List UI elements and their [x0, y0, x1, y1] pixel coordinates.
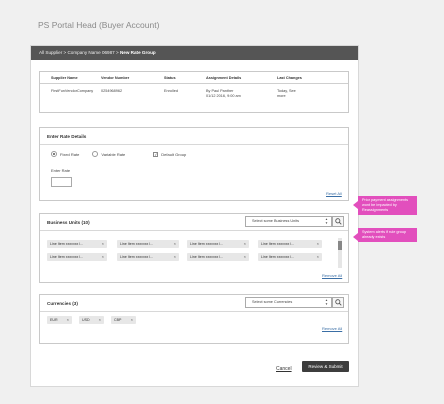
business-units-card: Business Units (10) Select some Business…: [39, 213, 349, 283]
business-unit-chip: Line Item xxxxxxx l... ×: [47, 253, 107, 261]
business-unit-chip: Line Item xxxxxxx l... ×: [258, 240, 322, 248]
column-supplier-name: Supplier Name: [51, 75, 78, 80]
scrollbar-thumb[interactable]: [338, 241, 342, 250]
chip-label: Line Item xxxxxxx l...: [261, 255, 295, 259]
rate-details-title: Enter Rate Details: [40, 128, 348, 145]
business-unit-chip: Line Item xxxxxxx l... ×: [258, 253, 322, 261]
currency-chip: EUR ×: [47, 316, 72, 324]
last-changes-date: Today,: [277, 89, 288, 93]
fixed-rate-option[interactable]: Fixed Rate: [51, 151, 79, 157]
business-unit-chip: Line Item xxxxxxx l... ×: [187, 240, 249, 248]
rate-details-card: Enter Rate Details Fixed Rate Variable R…: [39, 127, 349, 201]
variable-rate-radio[interactable]: [92, 151, 99, 157]
reset-all-link[interactable]: Reset All: [326, 191, 342, 196]
chip-label: Line Item xxxxxxx l...: [120, 255, 154, 259]
assignment-by: By Paul Panther: [206, 89, 234, 93]
remove-all-currencies-link[interactable]: Remove All: [322, 326, 342, 331]
close-icon[interactable]: ×: [131, 316, 133, 324]
enter-rate-label: Enter Rate: [51, 168, 71, 173]
currency-chip: USD ×: [79, 316, 104, 324]
see-text: See: [288, 89, 296, 93]
vendor-number: 0254968962: [101, 89, 123, 93]
business-unit-chip: Line Item xxxxxxx l... ×: [117, 240, 179, 248]
close-icon[interactable]: ×: [174, 240, 176, 248]
variable-rate-option[interactable]: Variable Rate: [92, 151, 125, 157]
cancel-button[interactable]: Cancel: [276, 366, 292, 372]
currencies-select[interactable]: Select some Currencies ▲ ▼: [245, 297, 332, 308]
new-rate-group-panel: All Supplier > Company Name 06987 > New …: [30, 45, 359, 387]
close-icon[interactable]: ×: [244, 253, 246, 261]
business-unit-chip: Line Item xxxxxxx l... ×: [187, 253, 249, 261]
supplier-name: FirstFunVendorCompany: [51, 89, 94, 93]
fixed-rate-label: Fixed Rate: [60, 151, 80, 157]
chip-label: Line Item xxxxxxx l...: [190, 255, 224, 259]
enter-rate-input[interactable]: [51, 177, 72, 187]
business-units-placeholder: Select some Business Units: [252, 219, 300, 223]
breadcrumb-current: New Rate Group: [119, 50, 156, 55]
search-icon: [334, 218, 342, 225]
business-unit-chip: Line Item xxxxxxx l... ×: [47, 240, 107, 248]
review-submit-button[interactable]: Review & Submit: [302, 361, 349, 372]
chip-label: EUR: [50, 318, 58, 322]
remove-all-business-units-link[interactable]: Remove All: [322, 273, 342, 278]
chip-label: Line Item xxxxxxx l...: [50, 255, 84, 259]
search-icon: [334, 299, 342, 306]
close-icon[interactable]: ×: [99, 316, 101, 324]
chevron-updown-icon: ▲ ▼: [325, 298, 328, 306]
supplier-table: Supplier Name Vendor Number Status Assig…: [39, 71, 349, 113]
close-icon[interactable]: ×: [244, 240, 246, 248]
chip-label: CBP: [114, 318, 122, 322]
close-icon[interactable]: ×: [102, 240, 104, 248]
business-units-select[interactable]: Select some Business Units ▲ ▼: [245, 216, 332, 227]
currencies-card: Currencies (3) Select some Currencies ▲ ▼…: [39, 294, 349, 344]
variable-rate-label: Variable Rate: [101, 151, 126, 157]
chip-label: Line Item xxxxxxx l...: [120, 242, 154, 246]
currency-chip: CBP ×: [111, 316, 136, 324]
default-group-option[interactable]: ✓ Default Group: [153, 151, 187, 157]
close-icon[interactable]: ×: [67, 316, 69, 324]
chip-label: Line Item xxxxxxx l...: [261, 242, 295, 246]
fixed-rate-radio[interactable]: [51, 151, 57, 157]
business-units-search-button[interactable]: [332, 216, 344, 227]
default-group-checkbox[interactable]: ✓: [153, 151, 159, 157]
assignment-date: 01/12 2016, 9:00 am: [206, 94, 241, 98]
column-vendor-number: Vendor Number: [101, 75, 130, 80]
last-changes: Today, See more: [277, 89, 317, 99]
rate-type-options: Fixed Rate Variable Rate ✓ Default Group: [51, 151, 199, 157]
chevron-updown-icon: ▲ ▼: [325, 217, 328, 225]
chip-label: Line Item xxxxxxx l...: [190, 242, 224, 246]
close-icon[interactable]: ×: [317, 240, 319, 248]
business-unit-chip: Line Item xxxxxxx l... ×: [117, 253, 179, 261]
column-assignment-details: Assignment Details: [206, 75, 242, 80]
currencies-search-button[interactable]: [332, 297, 344, 308]
page-title: PS Portal Head (Buyer Account): [38, 20, 160, 30]
breadcrumb: All Supplier > Company Name 06987 > New …: [31, 46, 358, 60]
close-icon[interactable]: ×: [317, 253, 319, 261]
more-text: more: [277, 94, 286, 98]
prior-payment-note: Prior payment assignments wont be impact…: [353, 196, 417, 215]
chip-label: USD: [82, 318, 90, 322]
breadcrumb-trail[interactable]: All Supplier > Company Name 06987 >: [39, 50, 119, 55]
close-icon[interactable]: ×: [102, 253, 104, 261]
table-header: Supplier Name Vendor Number Status Assig…: [40, 72, 348, 84]
chip-label: Line Item xxxxxxx l...: [50, 242, 84, 246]
currencies-placeholder: Select some Currencies: [252, 300, 293, 304]
system-alert-note: System alerts if rule group already exis…: [353, 228, 417, 242]
column-last-changes: Last Changes: [277, 75, 302, 80]
status-value: Enrolled: [164, 89, 178, 93]
assignment-details: By Paul Panther 01/12 2016, 9:00 am: [206, 89, 277, 99]
default-group-label: Default Group: [161, 151, 187, 157]
business-units-scrollbar[interactable]: [338, 238, 342, 268]
column-status: Status: [164, 75, 176, 80]
table-row: FirstFunVendorCompany 0254968962 Enrolle…: [40, 84, 348, 99]
close-icon[interactable]: ×: [174, 253, 176, 261]
